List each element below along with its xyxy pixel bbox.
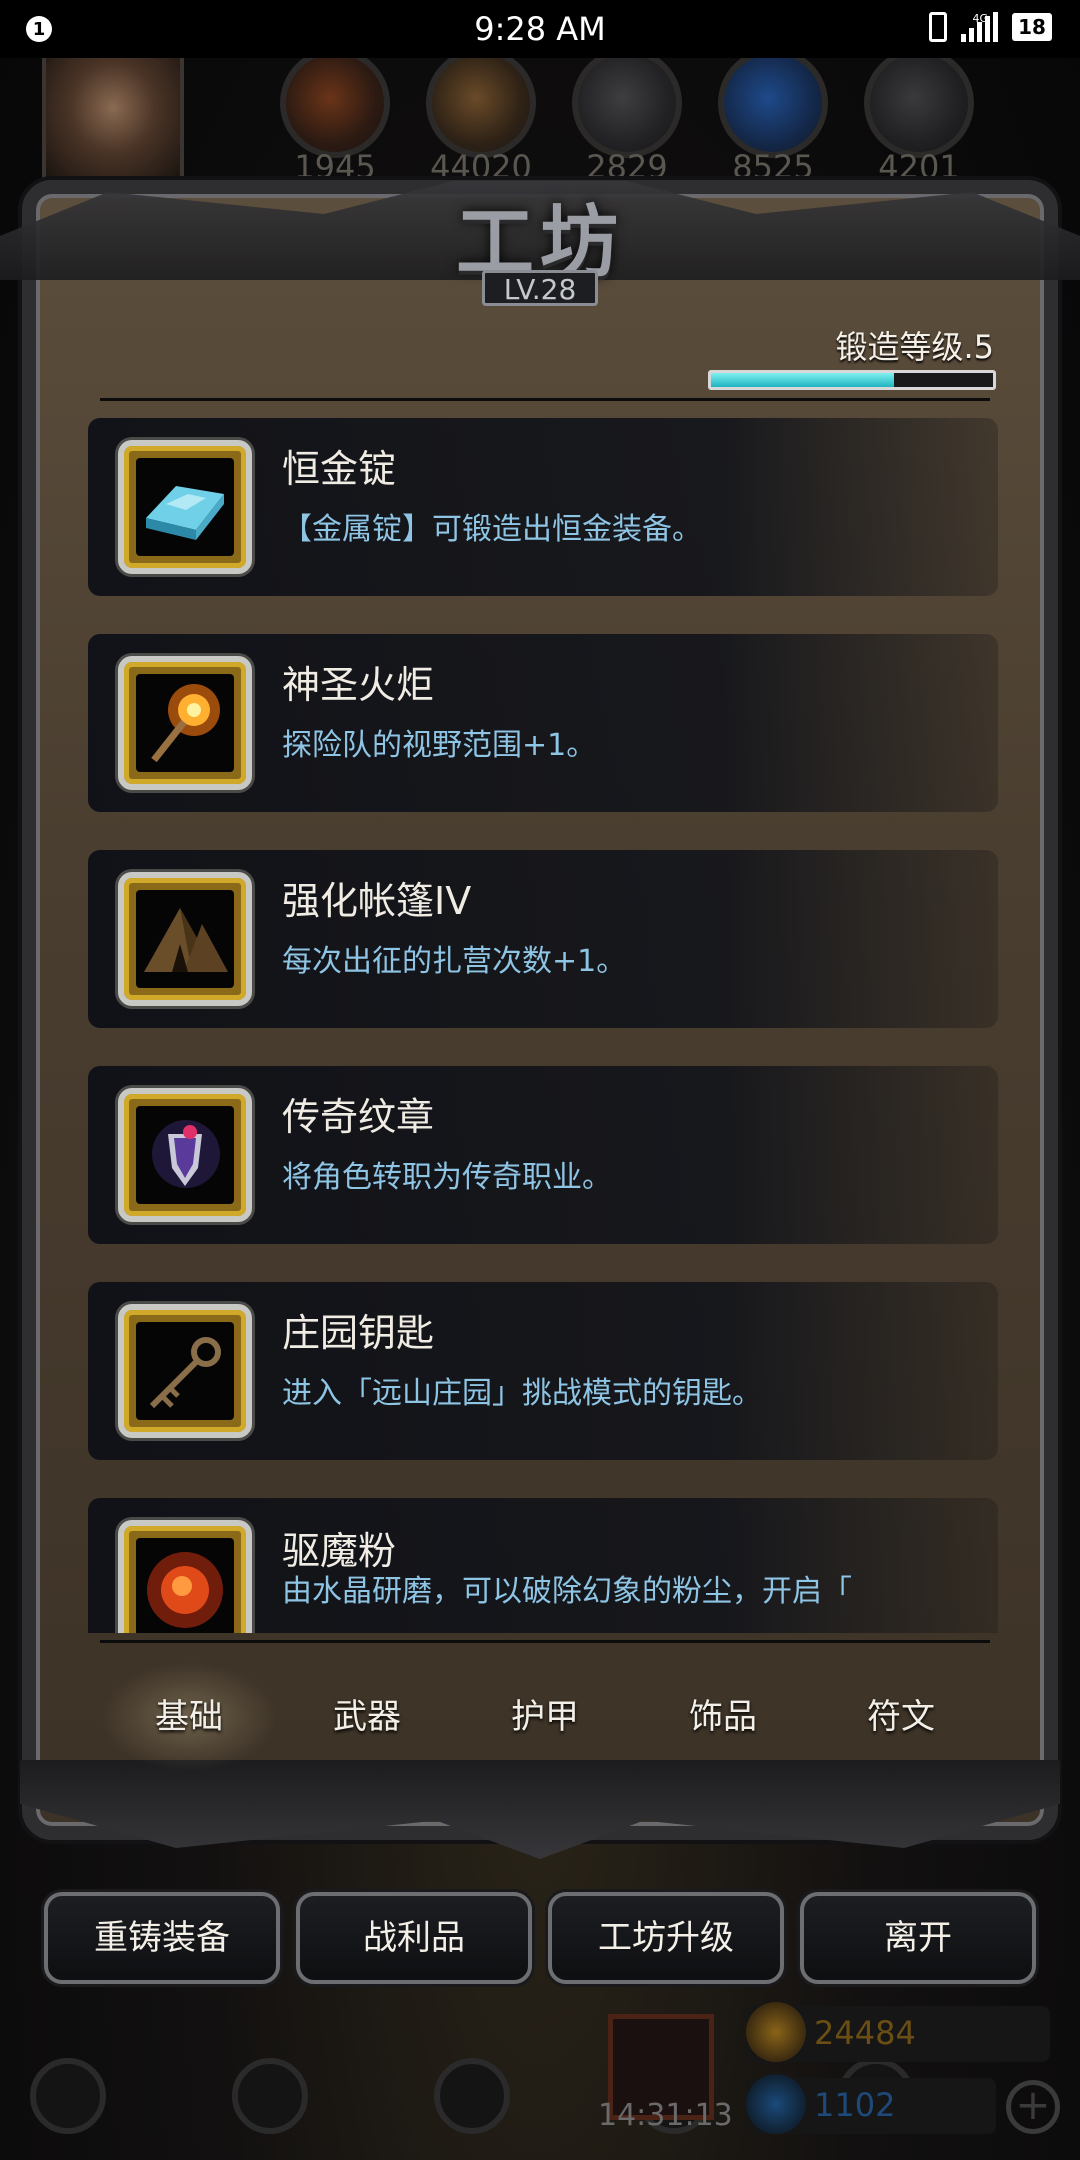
resource-stone-icon: [864, 48, 974, 158]
tab-weapon[interactable]: 武器: [278, 1662, 456, 1772]
reforge-equipment-button[interactable]: 重铸装备: [44, 1892, 280, 1984]
item-description: 进入「远山庄园」挑战模式的钥匙。: [282, 1376, 762, 1411]
tab-basic[interactable]: 基础: [100, 1662, 278, 1772]
list-item[interactable]: 驱魔粉 由水晶研磨，可以破除幻象的粉尘，开启「: [88, 1498, 998, 1633]
metal-ingot-icon: [136, 458, 234, 556]
forge-level-label: 锻造等级.5: [835, 328, 994, 366]
category-tabs: 基础 武器 护甲 饰品 符文: [100, 1662, 990, 1772]
list-item[interactable]: 传奇纹章 将角色转职为传奇职业。: [88, 1066, 998, 1244]
vibrate-icon: [929, 12, 947, 42]
leave-button[interactable]: 离开: [800, 1892, 1036, 1984]
settings-icon[interactable]: [30, 2058, 106, 2134]
item-name: 神圣火炬: [282, 663, 435, 707]
gem-balance: 1102: [746, 2074, 996, 2134]
key-icon: [136, 1322, 234, 1420]
resource-iron-icon: [572, 48, 682, 158]
item-description: 【金属锭】可锻造出恒金装备。: [282, 512, 702, 547]
list-item[interactable]: 恒金锭 【金属锭】可锻造出恒金装备。: [88, 418, 998, 596]
workshop-level-badge: LV.28: [482, 270, 598, 306]
tent-icon: [136, 890, 234, 988]
item-description: 由水晶研磨，可以破除幻象的粉尘，开启「: [282, 1574, 852, 1609]
item-list[interactable]: 恒金锭 【金属锭】可锻造出恒金装备。 神圣火炬 探险队的视野范围+1。 强化帐篷…: [88, 418, 998, 1633]
tab-armor[interactable]: 护甲: [456, 1662, 634, 1772]
list-item[interactable]: 强化帐篷IV 每次出征的扎营次数+1。: [88, 850, 998, 1028]
gold-coin-icon: [746, 2002, 806, 2062]
list-item[interactable]: 庄园钥匙 进入「远山庄园」挑战模式的钥匙。: [88, 1282, 998, 1460]
divider: [100, 1640, 990, 1643]
emblem-icon: [136, 1106, 234, 1204]
loot-button[interactable]: 战利品: [296, 1892, 532, 1984]
item-description: 每次出征的扎营次数+1。: [282, 944, 627, 979]
tab-rune[interactable]: 符文: [812, 1662, 990, 1772]
item-name: 强化帐篷IV: [282, 879, 472, 923]
resource-wood-icon: [426, 48, 536, 158]
resource-meat-icon: [280, 48, 390, 158]
gold-balance: 24484: [746, 2002, 1050, 2062]
gem-icon: [746, 2074, 806, 2134]
status-bar: 1 9:28 AM 4G 18: [0, 0, 1080, 58]
item-name: 传奇纹章: [282, 1095, 435, 1139]
gift-timer: 14:31:13: [598, 2098, 733, 2133]
guild-icon[interactable]: [434, 2058, 510, 2134]
add-currency-button[interactable]: +: [1006, 2080, 1060, 2134]
gold-amount: 24484: [814, 2014, 916, 2052]
item-name: 恒金锭: [282, 447, 397, 491]
status-time: 9:28 AM: [474, 10, 606, 48]
item-description: 将角色转职为传奇职业。: [282, 1160, 612, 1195]
forge-progress-fill: [711, 373, 895, 387]
battery-icon: 18: [1012, 13, 1052, 41]
workshop-upgrade-button[interactable]: 工坊升级: [548, 1892, 784, 1984]
torch-icon: [136, 674, 234, 772]
achievement-icon[interactable]: [232, 2058, 308, 2134]
player-avatar[interactable]: [42, 46, 184, 182]
list-item[interactable]: 神圣火炬 探险队的视野范围+1。: [88, 634, 998, 812]
powder-icon: [136, 1538, 234, 1633]
gem-amount: 1102: [814, 2086, 896, 2124]
item-name: 庄园钥匙: [282, 1311, 435, 1355]
resource-crystal-icon: [718, 48, 828, 158]
divider: [100, 398, 990, 401]
tab-accessory[interactable]: 饰品: [634, 1662, 812, 1772]
forge-progress-bar: [708, 370, 996, 390]
signal-icon: [961, 12, 998, 42]
item-description: 探险队的视野范围+1。: [282, 728, 597, 763]
